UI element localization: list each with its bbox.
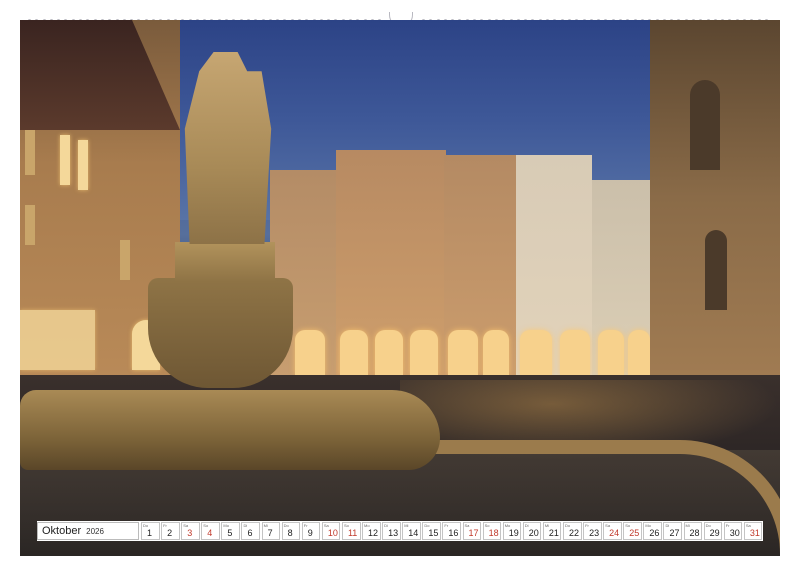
- day-number: 26: [649, 528, 660, 538]
- day-number: 17: [468, 528, 479, 538]
- month-label-box: Oktober 2026: [37, 522, 139, 540]
- arcade-arch: [295, 330, 325, 375]
- arcade-arch: [598, 330, 624, 375]
- day-number: 2: [167, 528, 173, 538]
- day-number: 25: [629, 528, 640, 538]
- day-cell: Mo 12: [362, 522, 381, 540]
- fountain-bowl: [148, 278, 293, 388]
- day-cell: Fr 23: [583, 522, 602, 540]
- day-cell: Mi 21: [542, 522, 562, 540]
- day-cell: Di 6: [241, 522, 261, 540]
- left-building-roof: [20, 20, 180, 130]
- arcade-arch: [375, 330, 403, 375]
- day-cell: So 18: [482, 522, 502, 540]
- month-name: Oktober: [42, 525, 82, 537]
- day-number: 24: [609, 528, 620, 538]
- day-cell: Do 1: [141, 522, 160, 540]
- day-number: 20: [528, 528, 539, 538]
- day-cell: Fr 2: [161, 522, 180, 540]
- day-cell: Sa 24: [603, 522, 622, 540]
- day-number: 8: [287, 528, 293, 538]
- day-number: 21: [548, 528, 559, 538]
- day-cell: Sa 31: [743, 522, 763, 540]
- day-number: 19: [508, 528, 519, 538]
- day-cell: Sa 3: [181, 522, 200, 540]
- day-number: 27: [669, 528, 680, 538]
- day-cell: Do 15: [422, 522, 441, 540]
- day-cell: Do 22: [562, 522, 582, 540]
- window: [78, 140, 88, 190]
- day-number: 14: [408, 528, 419, 538]
- calendar-photo: [20, 20, 780, 556]
- day-number: 13: [388, 528, 399, 538]
- statue-pedestal: [175, 242, 275, 282]
- arcade-arch: [340, 330, 368, 375]
- arcade-arch: [483, 330, 509, 375]
- day-cell: So 4: [201, 522, 220, 540]
- arcade-arch: [560, 330, 590, 375]
- day-number: 10: [327, 528, 338, 538]
- arcade-arch: [448, 330, 478, 375]
- arcade-arch: [410, 330, 438, 375]
- window: [25, 130, 35, 175]
- day-number: 5: [227, 528, 233, 538]
- fountain-basin: [20, 390, 440, 470]
- arcade-arch: [520, 330, 552, 375]
- day-cell: Mi 14: [402, 522, 421, 540]
- church-window: [705, 230, 727, 310]
- day-cell: Mo 26: [643, 522, 662, 540]
- day-number: 11: [347, 528, 358, 538]
- day-cell: Do 29: [703, 522, 723, 540]
- day-number: 15: [428, 528, 439, 538]
- day-cell: Di 13: [382, 522, 401, 540]
- day-cell: Fr 30: [723, 522, 743, 540]
- window: [25, 205, 35, 245]
- day-cell: Mi 7: [261, 522, 281, 540]
- day-number: 16: [448, 528, 459, 538]
- day-number: 4: [207, 528, 213, 538]
- shop-window: [20, 310, 95, 370]
- window: [120, 240, 130, 280]
- day-cell: Sa 17: [462, 522, 482, 540]
- month-year: 2026: [86, 526, 104, 536]
- day-number: 18: [488, 528, 499, 538]
- day-number: 29: [709, 528, 720, 538]
- day-number: 6: [247, 528, 253, 538]
- day-cell: Sa 10: [321, 522, 341, 540]
- day-cell: Di 27: [663, 522, 683, 540]
- day-number: 1: [147, 528, 153, 538]
- gothic-church: [650, 20, 780, 375]
- day-cell: Fr 9: [301, 522, 321, 540]
- calendar-strip: Oktober 2026 Do 1 Fr 2 Sa 3 So 4 Mo 5 Di 6 Mi 7 Do 8 Fr 9…: [37, 521, 763, 541]
- day-cell: Do 8: [281, 522, 301, 540]
- church-window: [690, 80, 720, 170]
- day-cell: Di 20: [522, 522, 542, 540]
- day-number: 3: [187, 528, 193, 538]
- day-number: 12: [368, 528, 379, 538]
- window: [60, 135, 70, 185]
- day-number: 30: [729, 528, 740, 538]
- day-cell: Mo 19: [502, 522, 522, 540]
- day-number: 7: [267, 528, 273, 538]
- day-cell: Fr 16: [442, 522, 461, 540]
- day-cell: So 25: [623, 522, 642, 540]
- day-number: 22: [568, 528, 579, 538]
- arcade-arch: [628, 330, 650, 375]
- day-number: 31: [749, 528, 760, 538]
- day-cells: Do 1 Fr 2 Sa 3 So 4 Mo 5 Di 6 Mi 7 Do 8 Fr 9 Sa 10 So 11 Mo 12 D…: [141, 522, 763, 540]
- day-cell: Mi 28: [683, 522, 703, 540]
- day-number: 9: [307, 528, 313, 538]
- day-number: 23: [589, 528, 600, 538]
- day-number: 28: [689, 528, 700, 538]
- day-cell: So 11: [341, 522, 361, 540]
- day-cell: Mo 5: [221, 522, 240, 540]
